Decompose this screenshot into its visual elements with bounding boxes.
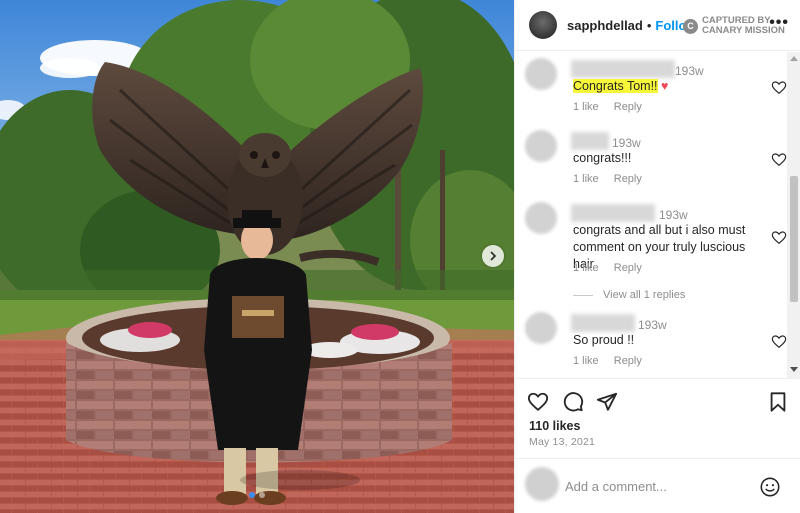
- comment-meta: 1 like Reply: [573, 262, 654, 274]
- commenter-name-redacted: [571, 60, 675, 78]
- commenter-name-redacted: [571, 204, 655, 222]
- photo-illustration: [0, 0, 514, 513]
- add-comment-bar: [515, 458, 800, 513]
- comment-item: 193w congrats and all but i also must co…: [525, 202, 787, 304]
- scroll-up-arrow-icon[interactable]: [790, 56, 798, 61]
- carousel-dot-active: [249, 492, 255, 498]
- reply-button[interactable]: Reply: [614, 355, 642, 367]
- like-comment-heart-icon[interactable]: [771, 80, 787, 96]
- comment-like-count[interactable]: 1 like: [573, 262, 599, 274]
- canary-logo-icon: C: [683, 18, 698, 34]
- comment-time: 193w: [659, 208, 688, 222]
- commenter-name-redacted: [571, 132, 609, 150]
- commenter-avatar[interactable]: [525, 312, 557, 344]
- comment-item: 193w So proud !! 1 like Reply: [525, 312, 787, 374]
- comment-meta: 1 like Reply: [573, 355, 654, 367]
- comment-text-highlighted: Congrats Tom!!: [573, 79, 658, 93]
- like-comment-heart-icon[interactable]: [771, 152, 787, 168]
- view-replies-link[interactable]: View all 1 replies: [573, 289, 685, 301]
- post-actions: 110 likes May 13, 2021: [515, 378, 800, 458]
- comments-list: 193w Congrats Tom!! ♥ 1 like Reply 193w …: [515, 52, 787, 378]
- heart-icon[interactable]: [527, 391, 549, 413]
- reply-button[interactable]: Reply: [614, 101, 642, 113]
- commenter-name-redacted: [571, 314, 635, 332]
- post-photo: [0, 0, 514, 513]
- header-separator: •: [646, 17, 652, 33]
- post-side-panel: sapphdellad • Follow C CAPTURED BY CANAR…: [514, 0, 800, 513]
- emoji-picker-icon[interactable]: [759, 476, 781, 498]
- like-comment-heart-icon[interactable]: [771, 334, 787, 350]
- comment-time: 193w: [638, 318, 667, 332]
- reply-button[interactable]: Reply: [614, 173, 642, 185]
- commenter-avatar[interactable]: [525, 202, 557, 234]
- reply-button[interactable]: Reply: [614, 262, 642, 274]
- author-username[interactable]: sapphdellad: [567, 18, 643, 33]
- view-replies-label: View all 1 replies: [603, 289, 686, 301]
- comment-like-count[interactable]: 1 like: [573, 101, 599, 113]
- carousel-dot: [259, 492, 265, 498]
- carousel-indicator: [0, 492, 514, 498]
- like-comment-heart-icon[interactable]: [771, 230, 787, 246]
- comment-meta: 1 like Reply: [573, 173, 654, 185]
- comment-time: 193w: [675, 64, 704, 78]
- comment-item: 193w Congrats Tom!! ♥ 1 like Reply: [525, 58, 787, 120]
- more-options-button[interactable]: •••: [769, 14, 789, 32]
- scroll-down-arrow-icon[interactable]: [790, 367, 798, 372]
- reply-line-divider: [573, 294, 593, 296]
- share-icon[interactable]: [596, 391, 618, 413]
- current-user-avatar: [525, 467, 559, 501]
- bookmark-icon[interactable]: [767, 391, 789, 413]
- add-comment-input[interactable]: [565, 476, 745, 496]
- commenter-avatar[interactable]: [525, 130, 557, 162]
- commenter-avatar[interactable]: [525, 58, 557, 90]
- comment-meta: 1 like Reply: [573, 101, 654, 113]
- comments-scrollbar[interactable]: [787, 52, 800, 378]
- chevron-right-icon: [490, 251, 497, 261]
- comment-like-count[interactable]: 1 like: [573, 173, 599, 185]
- next-photo-button[interactable]: [482, 245, 504, 267]
- comment-time: 193w: [612, 136, 641, 150]
- comment-text: Congrats Tom!! ♥: [573, 78, 773, 95]
- comment-item: 193w congrats!!! 1 like Reply: [525, 130, 787, 192]
- red-heart-emoji-icon: ♥: [661, 79, 669, 93]
- comment-like-count[interactable]: 1 like: [573, 355, 599, 367]
- comment-icon[interactable]: [562, 391, 584, 413]
- comment-text: So proud !!: [573, 333, 635, 347]
- post-date: May 13, 2021: [529, 436, 596, 448]
- scroll-thumb[interactable]: [790, 176, 798, 302]
- like-count[interactable]: 110 likes: [529, 419, 580, 433]
- post-header: sapphdellad • Follow C CAPTURED BY CANAR…: [515, 0, 800, 51]
- author-avatar[interactable]: [529, 11, 557, 39]
- comment-text: congrats!!!: [573, 151, 632, 165]
